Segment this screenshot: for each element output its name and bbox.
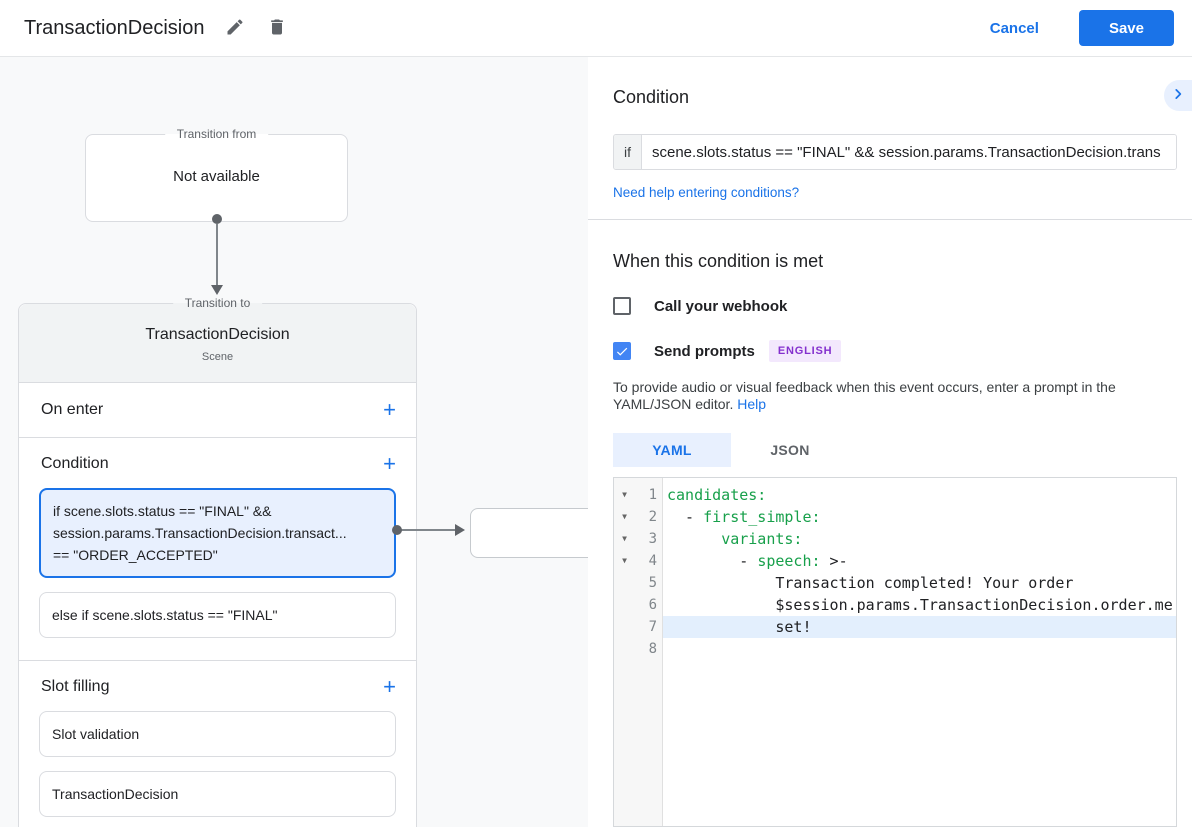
arrow-down-icon [211,285,223,295]
trash-icon [267,17,287,40]
condition-item-else[interactable]: else if scene.slots.status == "FINAL" [39,592,396,638]
fold-arrow-icon[interactable]: ▼ [614,550,635,572]
condition-section: Condition + if scene.slots.status == "FI… [19,438,416,661]
fold-arrow-icon[interactable]: ▼ [614,506,635,528]
editor-gutter: ▼1▼2▼3▼45678 [614,478,663,826]
code-line[interactable]: Transaction completed! Your order [663,572,1176,594]
line-number: 3 [635,528,662,550]
editor-tabs: YAML JSON [613,433,1177,467]
top-bar: TransactionDecision Cancel Save [0,0,1192,57]
if-prefix-label: if [614,135,642,169]
gutter-line: ▼1 [614,484,662,506]
send-prompts-row: Send prompts ENGLISH [613,340,1177,362]
code-line[interactable]: $session.params.TransactionDecision.orde… [663,594,1176,616]
panel-divider [588,219,1192,220]
fold-arrow-icon[interactable]: ▼ [614,528,635,550]
delete-button[interactable] [266,17,288,39]
next-scene-box[interactable] [470,508,588,558]
gutter-line: 6 [614,594,662,616]
edit-button[interactable] [224,17,246,39]
line-number: 2 [635,506,662,528]
transition-to-label: Transition to [173,296,263,310]
transition-from-box: Transition from Not available [85,134,348,222]
webhook-checkbox[interactable] [613,297,631,315]
condition-connector-line [401,529,456,531]
fold-spacer [614,594,635,616]
gutter-line: ▼3 [614,528,662,550]
condition-expression-input[interactable] [642,135,1176,169]
add-slot-button[interactable]: + [383,677,396,697]
line-number: 7 [635,616,662,638]
prompts-description: To provide audio or visual feedback when… [613,379,1177,413]
code-line[interactable]: candidates: [663,484,1176,506]
connector-line [216,224,218,285]
code-line[interactable]: variants: [663,528,1176,550]
arrow-right-icon [455,524,465,536]
connector-dot [212,214,222,224]
check-icon [615,344,629,359]
panel-title: Condition [613,87,1177,108]
line-number: 8 [635,638,662,660]
line-number: 1 [635,484,662,506]
line-number: 6 [635,594,662,616]
condition-item-selected[interactable]: if scene.slots.status == "FINAL" && sess… [39,488,396,578]
condition-connector-dot [392,525,402,535]
pencil-icon [225,17,245,40]
cancel-button[interactable]: Cancel [984,19,1045,38]
webhook-label: Call your webhook [654,298,787,315]
scene-type: Scene [19,351,416,363]
transition-to-card: Transition to TransactionDecision Scene … [18,303,417,827]
on-enter-row: On enter + [19,383,416,438]
send-prompts-checkbox[interactable] [613,342,631,360]
fold-spacer [614,572,635,594]
line-number: 5 [635,572,662,594]
language-badge: ENGLISH [769,340,842,362]
transition-from-label: Transition from [165,127,269,141]
tab-yaml[interactable]: YAML [613,433,731,467]
webhook-row: Call your webhook [613,297,1177,315]
slot-filling-label: Slot filling [41,678,109,696]
tab-json[interactable]: JSON [731,433,849,467]
when-met-title: When this condition is met [613,251,1177,272]
collapse-panel-button[interactable] [1164,80,1192,111]
scene-flow-diagram: Transition from Not available Transition… [0,57,588,827]
condition-input-row: if [613,134,1177,170]
gutter-line: ▼4 [614,550,662,572]
conditions-help-link[interactable]: Need help entering conditions? [613,185,799,200]
add-condition-button[interactable]: + [383,454,396,474]
gutter-line: ▼2 [614,506,662,528]
gutter-line: 8 [614,638,662,660]
scene-card-header: TransactionDecision Scene [19,304,416,383]
line-number: 4 [635,550,662,572]
send-prompts-label: Send prompts [654,343,755,360]
page-title: TransactionDecision [24,17,204,40]
code-line[interactable] [663,638,1176,660]
code-line[interactable]: - speech: >- [663,550,1176,572]
save-button[interactable]: Save [1079,10,1174,46]
code-line[interactable]: set! [663,616,1176,638]
code-line[interactable]: - first_simple: [663,506,1176,528]
slot-validation-item[interactable]: Slot validation [39,711,396,757]
yaml-editor[interactable]: ▼1▼2▼3▼45678 candidates: - first_simple:… [613,477,1177,827]
condition-section-label: Condition [41,455,109,473]
fold-spacer [614,616,635,638]
condition-editor-panel: Condition if Need help entering conditio… [588,57,1192,827]
fold-arrow-icon[interactable]: ▼ [614,484,635,506]
chevron-right-icon [1171,87,1185,104]
help-link[interactable]: Help [737,396,766,412]
add-on-enter-button[interactable]: + [383,400,396,420]
gutter-line: 5 [614,572,662,594]
gutter-line: 7 [614,616,662,638]
transition-from-content: Not available [86,168,347,185]
scene-name: TransactionDecision [19,326,416,344]
slot-transactiondecision-item[interactable]: TransactionDecision [39,771,396,817]
slot-filling-section: Slot filling + Slot validation Transacti… [19,661,416,827]
on-enter-label: On enter [41,401,103,419]
editor-code[interactable]: candidates: - first_simple: variants: - … [663,478,1176,826]
fold-spacer [614,638,635,660]
